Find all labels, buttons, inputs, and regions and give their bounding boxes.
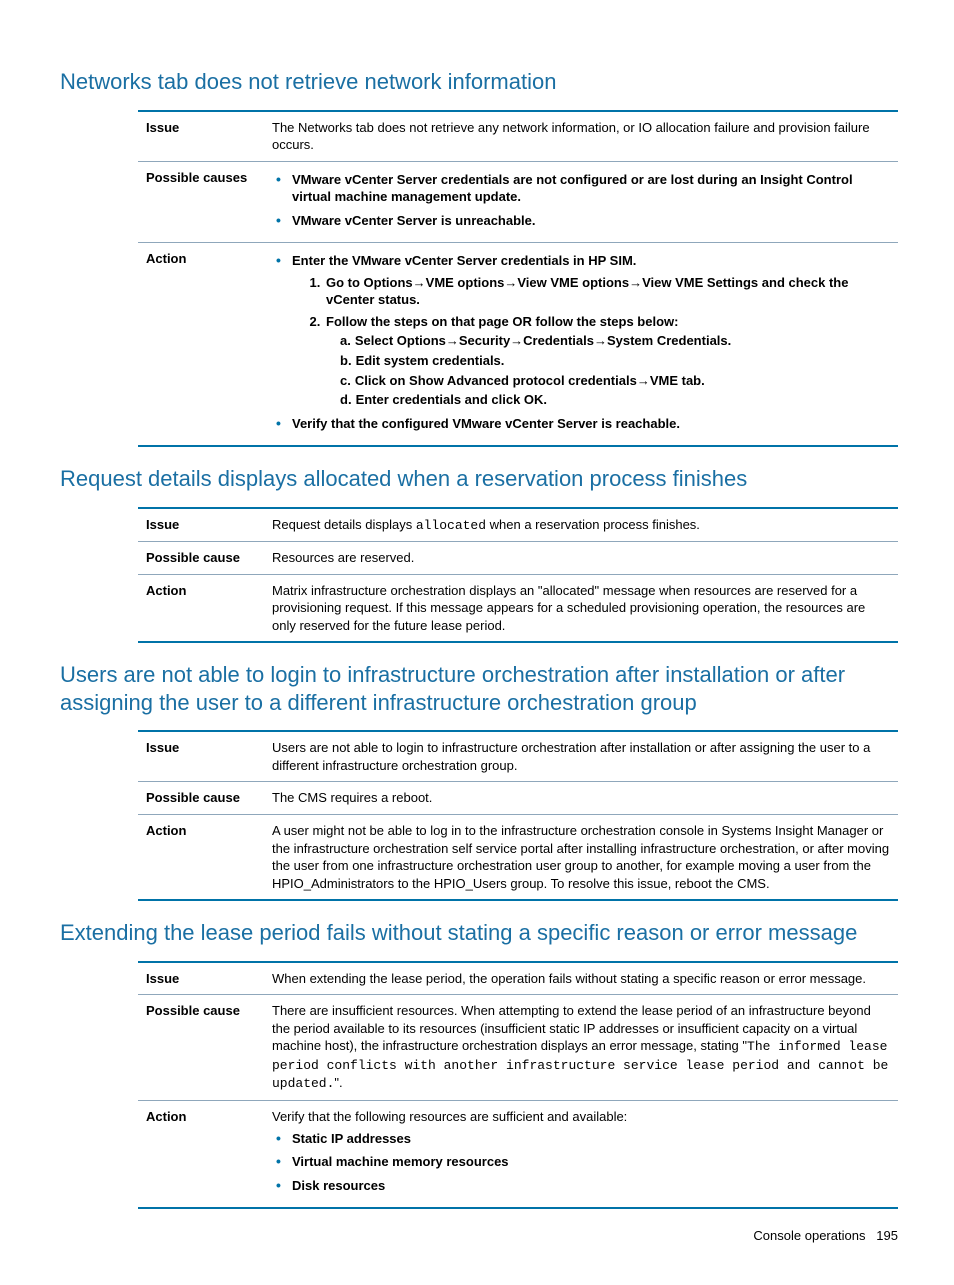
- table-row: Possible cause Resources are reserved.: [138, 542, 898, 575]
- troubleshoot-table: Issue Users are not able to login to inf…: [138, 730, 898, 901]
- list-item: Static IP addresses: [276, 1130, 890, 1148]
- text: ".: [334, 1075, 342, 1090]
- row-content: Resources are reserved.: [264, 542, 898, 575]
- text: Follow the steps on that page OR follow …: [326, 314, 678, 329]
- table-row: Issue The Networks tab does not retrieve…: [138, 111, 898, 162]
- row-label: Action: [138, 815, 264, 901]
- row-label: Possible cause: [138, 995, 264, 1101]
- menu-path: Options→Security→Credentials→System Cred…: [397, 333, 728, 348]
- row-content: Verify that the following resources are …: [264, 1101, 898, 1209]
- table-row: Issue Request details displays allocated…: [138, 508, 898, 542]
- text: .: [728, 333, 732, 348]
- list-item: Disk resources: [276, 1177, 890, 1195]
- row-content: A user might not be able to log in to th…: [264, 815, 898, 901]
- row-content: VMware vCenter Server credentials are no…: [264, 161, 898, 243]
- list-item: a.Select Options→Security→Credentials→Sy…: [340, 332, 890, 350]
- section-heading: Users are not able to login to infrastru…: [60, 661, 894, 716]
- bold-text: VME tab: [650, 373, 701, 388]
- row-content: Request details displays allocated when …: [264, 508, 898, 542]
- code-text: allocated: [416, 518, 486, 533]
- text: .: [701, 373, 705, 388]
- text: Verify that the following resources are …: [272, 1109, 627, 1124]
- text: Select: [355, 333, 397, 348]
- list-item: b.Edit system credentials.: [340, 352, 890, 370]
- list-item: c.Click on Show Advanced protocol creden…: [340, 372, 890, 390]
- row-label: Action: [138, 574, 264, 642]
- table-row: Issue Users are not able to login to inf…: [138, 731, 898, 782]
- row-label: Possible cause: [138, 782, 264, 815]
- section-heading: Networks tab does not retrieve network i…: [60, 68, 894, 96]
- list-item: Go to Options→VME options→View VME optio…: [324, 274, 890, 309]
- troubleshoot-table: Issue Request details displays allocated…: [138, 507, 898, 644]
- table-row: Issue When extending the lease period, t…: [138, 962, 898, 995]
- text: →: [637, 373, 650, 388]
- row-content: Enter the VMware vCenter Server credenti…: [264, 243, 898, 446]
- table-row: Action A user might not be able to log i…: [138, 815, 898, 901]
- table-row: Possible cause The CMS requires a reboot…: [138, 782, 898, 815]
- table-row: Possible cause There are insufficient re…: [138, 995, 898, 1101]
- row-label: Possible causes: [138, 161, 264, 243]
- section-heading: Extending the lease period fails without…: [60, 919, 894, 947]
- text: .: [543, 392, 547, 407]
- text: Go to: [326, 275, 364, 290]
- page-footer: Console operations 195: [138, 1227, 898, 1245]
- footer-page-number: 195: [876, 1228, 898, 1243]
- text: Enter credentials and click: [356, 392, 524, 407]
- section-heading: Request details displays allocated when …: [60, 465, 894, 493]
- list-item: d.Enter credentials and click OK.: [340, 391, 890, 409]
- list-item: Verify that the configured VMware vCente…: [276, 415, 890, 433]
- list-item: Follow the steps on that page OR follow …: [324, 313, 890, 409]
- row-label: Action: [138, 243, 264, 446]
- bold-text: OK: [524, 392, 544, 407]
- row-label: Issue: [138, 962, 264, 995]
- list-item: VMware vCenter Server is unreachable.: [276, 212, 890, 230]
- text: when a reservation process finishes.: [486, 517, 700, 532]
- row-content: The CMS requires a reboot.: [264, 782, 898, 815]
- bold-text: Show Advanced protocol credentials: [409, 373, 637, 388]
- table-row: Action Enter the VMware vCenter Server c…: [138, 243, 898, 446]
- row-content: Matrix infrastructure orchestration disp…: [264, 574, 898, 642]
- row-label: Action: [138, 1101, 264, 1209]
- row-label: Possible cause: [138, 542, 264, 575]
- row-content: When extending the lease period, the ope…: [264, 962, 898, 995]
- troubleshoot-table: Issue The Networks tab does not retrieve…: [138, 110, 898, 448]
- list-item: Enter the VMware vCenter Server credenti…: [276, 252, 890, 408]
- text: Click on: [355, 373, 409, 388]
- row-label: Issue: [138, 111, 264, 162]
- list-item: VMware vCenter Server credentials are no…: [276, 171, 890, 206]
- text: Enter the VMware vCenter Server credenti…: [292, 253, 636, 268]
- table-row: Possible causes VMware vCenter Server cr…: [138, 161, 898, 243]
- row-label: Issue: [138, 731, 264, 782]
- row-content: The Networks tab does not retrieve any n…: [264, 111, 898, 162]
- footer-section: Console operations: [753, 1228, 865, 1243]
- table-row: Action Matrix infrastructure orchestrati…: [138, 574, 898, 642]
- row-label: Issue: [138, 508, 264, 542]
- row-content: There are insufficient resources. When a…: [264, 995, 898, 1101]
- row-content: Users are not able to login to infrastru…: [264, 731, 898, 782]
- menu-path: Options→VME options→View VME options→Vie…: [364, 275, 759, 290]
- text: Request details displays: [272, 517, 416, 532]
- table-row: Action Verify that the following resourc…: [138, 1101, 898, 1209]
- list-item: Virtual machine memory resources: [276, 1153, 890, 1171]
- text: Edit system credentials.: [356, 353, 505, 368]
- troubleshoot-table: Issue When extending the lease period, t…: [138, 961, 898, 1209]
